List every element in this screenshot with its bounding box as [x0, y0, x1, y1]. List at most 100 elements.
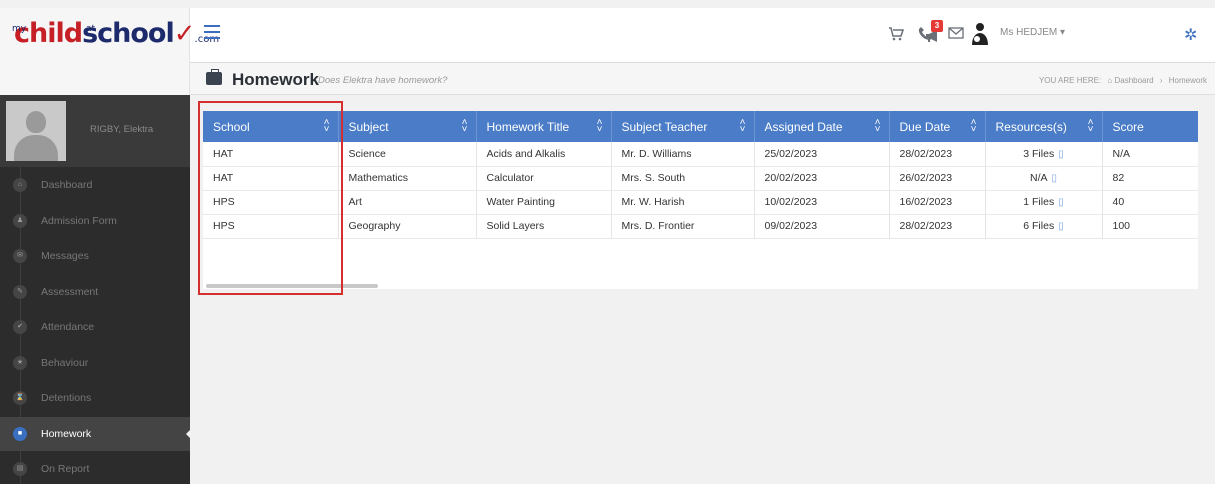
avatar [6, 101, 66, 161]
column-header-subject[interactable]: Subject ˄ ˅ [338, 111, 477, 142]
table-cell: 28/02/2023 [889, 142, 986, 167]
cell-value: Geography [348, 220, 401, 232]
cell-value: Solid Layers [486, 220, 545, 232]
paperclip-icon[interactable]: ▯ [1058, 221, 1064, 232]
table-row[interactable]: HAT Science Acids and Alkalis Mr. D. Willia… [203, 142, 1198, 167]
sidebar-item-behaviour[interactable]: ★ Behaviour [0, 346, 190, 380]
table-cell: Mathematics [338, 166, 477, 191]
table-cell: Solid Layers [476, 214, 612, 239]
table-row[interactable]: HPS Geography Solid Layers Mrs. D. Frontier… [203, 214, 1198, 239]
column-header-label: Score [1112, 119, 1144, 134]
cell-value: Mathematics [348, 172, 409, 184]
user-menu[interactable]: Ms HEDJEM ▾ [1000, 27, 1065, 38]
cell-value: N/A [1029, 172, 1048, 184]
horizontal-scrollbar[interactable] [206, 284, 378, 288]
sidebar-item-homework[interactable]: ■ Homework [0, 416, 191, 451]
sort-icon[interactable]: ˄ ˅ [597, 118, 603, 135]
cell-value: 10/02/2023 [764, 196, 818, 208]
sort-icon[interactable]: ˄ ˅ [1088, 118, 1094, 135]
nav-icon: ✔ [13, 320, 27, 334]
sidebar-item-on-report[interactable]: ▤ On Report [0, 452, 190, 486]
sidebar-item-label: Attendance [41, 321, 95, 333]
menu-icon[interactable] [204, 25, 220, 39]
cell-value: 28/02/2023 [899, 220, 953, 232]
breadcrumb-prefix: YOU ARE HERE: [1038, 76, 1102, 85]
table-cell: HPS [203, 190, 339, 215]
column-header-label: School [213, 119, 250, 134]
table-cell: 16/02/2023 [889, 190, 986, 215]
sidebar-item-admission-form[interactable]: ♟ Admission Form [0, 204, 190, 238]
cell-value: Mr. D. Williams [621, 147, 692, 160]
sidebar-item-detentions[interactable]: ⌛ Detentions [0, 381, 190, 415]
gear-icon[interactable]: ✲ [1184, 25, 1197, 45]
sidebar-item-label: Messages [41, 250, 89, 262]
breadcrumb-separator: › [1159, 76, 1163, 85]
table-cell[interactable]: N/A ▯ [985, 166, 1103, 191]
breadcrumb-dashboard[interactable]: ⌂ Dashboard [1107, 76, 1153, 85]
table-cell: Geography [338, 214, 477, 239]
table-row[interactable]: HPS Art Water Painting Mr. W. Harish 10/02/2… [203, 190, 1198, 215]
table-cell: 10/02/2023 [754, 190, 890, 215]
table-cell: Water Painting [476, 190, 612, 215]
nav-icon: ■ [13, 426, 27, 441]
nav-icon: ♟ [13, 213, 27, 228]
column-header-resources-s[interactable]: Resources(s) ˄ ˅ [985, 111, 1103, 142]
cell-value: 20/02/2023 [764, 172, 818, 184]
sidebar-header-spacer [0, 63, 190, 95]
sort-icon[interactable]: ˄ ˅ [971, 118, 977, 135]
table-cell: Acids and Alkalis [476, 142, 612, 167]
logo-ild: ild [47, 18, 83, 49]
column-header-score[interactable]: Score˄˅ [1102, 111, 1198, 142]
table-cell: N/A [1102, 142, 1198, 167]
sort-icon[interactable]: ˄ ˅ [875, 118, 881, 135]
column-header-homework-title[interactable]: Homework Title ˄ ˅ [476, 111, 612, 142]
column-header-label: Assigned Date [764, 119, 843, 134]
cell-value: 40 [1112, 196, 1125, 208]
table-cell: 40 [1102, 190, 1198, 215]
logo-my: my [12, 24, 27, 34]
logo-tick-icon: ✓ [173, 19, 196, 49]
cell-value: N/A [1112, 147, 1131, 160]
table-cell: HAT [203, 142, 339, 167]
table-cell[interactable]: 3 Files ▯ [985, 142, 1103, 167]
table-header-row: School ˄ ˅ Subject ˄ ˅ Homework Title ˄ ˅ Subject… [203, 111, 1198, 142]
column-header-subject-teacher[interactable]: Subject Teacher ˄ ˅ [611, 111, 755, 142]
column-header-label: Due Date [899, 119, 951, 134]
sidebar-item-assessment[interactable]: ✎ Assessment [0, 275, 190, 309]
sidebar-item-attendance[interactable]: ✔ Attendance [0, 310, 190, 344]
sidebar-item-dashboard[interactable]: ⌂ Dashboard [0, 168, 190, 202]
sort-icon[interactable]: ˄ ˅ [462, 118, 468, 135]
sort-icon[interactable]: ˄ ˅ [740, 118, 746, 135]
cell-value: Water Painting [486, 196, 555, 208]
table-cell: 26/02/2023 [889, 166, 986, 191]
app-logo[interactable]: my child at school✓.com [12, 18, 219, 55]
sidebar-item-label: On Report [41, 463, 90, 475]
table-body: HAT Science Acids and Alkalis Mr. D. Willia… [203, 142, 1198, 239]
table-cell: Mr. W. Harish [611, 190, 755, 215]
student-profile[interactable]: RIGBY, Elektra [0, 95, 190, 167]
table-cell[interactable]: 6 Files ▯ [985, 214, 1103, 239]
cart-icon[interactable] [888, 26, 905, 47]
paperclip-icon[interactable]: ▯ [1052, 173, 1058, 184]
column-header-due-date[interactable]: Due Date ˄ ˅ [889, 111, 986, 142]
column-header-school[interactable]: School ˄ ˅ [203, 111, 339, 142]
user-avatar-icon[interactable] [969, 22, 991, 46]
sidebar-item-messages[interactable]: ✉ Messages [0, 239, 190, 273]
cell-value: HPS [213, 196, 235, 208]
homework-table-container[interactable]: School ˄ ˅ Subject ˄ ˅ Homework Title ˄ ˅ Subject… [203, 111, 1198, 289]
table-cell[interactable]: 1 Files ▯ [985, 190, 1103, 215]
column-header-label: Resources(s) [995, 119, 1067, 134]
cell-value: HAT [213, 147, 234, 160]
sort-icon[interactable]: ˄ ˅ [324, 118, 330, 135]
cell-value: 16/02/2023 [899, 196, 953, 208]
cell-value: 100 [1112, 220, 1131, 232]
paperclip-icon[interactable]: ▯ [1058, 197, 1064, 208]
paperclip-icon[interactable]: ▯ [1058, 149, 1064, 160]
cell-value: 3 Files [1023, 147, 1055, 160]
cell-value: 26/02/2023 [899, 172, 953, 184]
column-header-label: Homework Title [486, 119, 570, 134]
column-header-label: Subject Teacher [621, 119, 708, 134]
column-header-assigned-date[interactable]: Assigned Date ˄ ˅ [754, 111, 890, 142]
table-row[interactable]: HAT Mathematics Calculator Mrs. S. South 20/… [203, 166, 1198, 191]
mail-icon[interactable] [948, 26, 964, 45]
